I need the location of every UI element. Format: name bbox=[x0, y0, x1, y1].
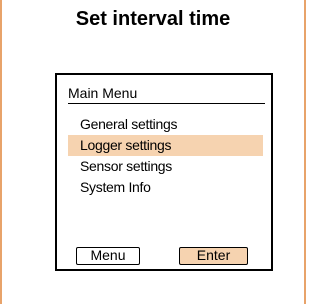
enter-button[interactable]: Enter bbox=[179, 247, 248, 265]
device-screen: Main Menu General settings Logger settin… bbox=[55, 73, 273, 271]
menu-item-general-settings[interactable]: General settings bbox=[68, 114, 263, 135]
menu-button[interactable]: Menu bbox=[76, 247, 140, 265]
menu-item-system-info[interactable]: System Info bbox=[68, 177, 263, 198]
page-title: Set interval time bbox=[75, 8, 231, 30]
menu-title: Main Menu bbox=[68, 85, 138, 101]
instruction-frame: Set interval time Main Menu General sett… bbox=[0, 0, 306, 304]
menu-title-divider bbox=[68, 103, 265, 104]
menu-item-logger-settings[interactable]: Logger settings bbox=[68, 135, 263, 156]
menu-item-sensor-settings[interactable]: Sensor settings bbox=[68, 156, 263, 177]
menu-list: General settings Logger settings Sensor … bbox=[68, 114, 263, 198]
